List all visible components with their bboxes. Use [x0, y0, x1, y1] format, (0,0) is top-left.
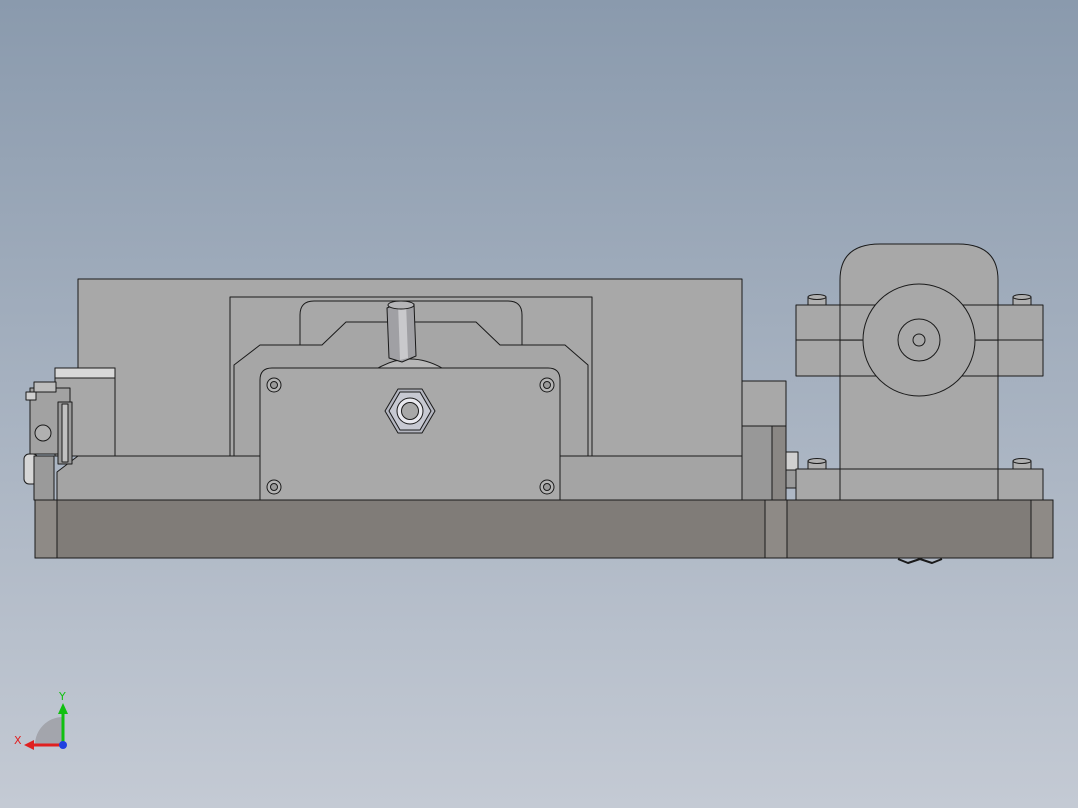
- graphics-viewport[interactable]: Y X: [0, 0, 1078, 808]
- triad-x-label: X: [14, 734, 22, 747]
- base-plate-right[interactable]: [786, 499, 1054, 559]
- triad-x-arrowhead: [24, 740, 34, 750]
- triad-y-arrowhead: [58, 703, 68, 714]
- triad-z-axis: [59, 741, 67, 749]
- cover-plate[interactable]: [259, 367, 561, 501]
- pillow-block[interactable]: [795, 243, 1044, 501]
- triad-sector: [35, 717, 63, 745]
- triad-y-label: Y: [58, 690, 66, 703]
- orientation-triad: Y X: [14, 690, 68, 750]
- base-plate-left[interactable]: [34, 499, 788, 559]
- fixture-assembly[interactable]: [23, 243, 1054, 564]
- side-block[interactable]: [741, 380, 787, 501]
- bottom-fastener: [897, 558, 943, 564]
